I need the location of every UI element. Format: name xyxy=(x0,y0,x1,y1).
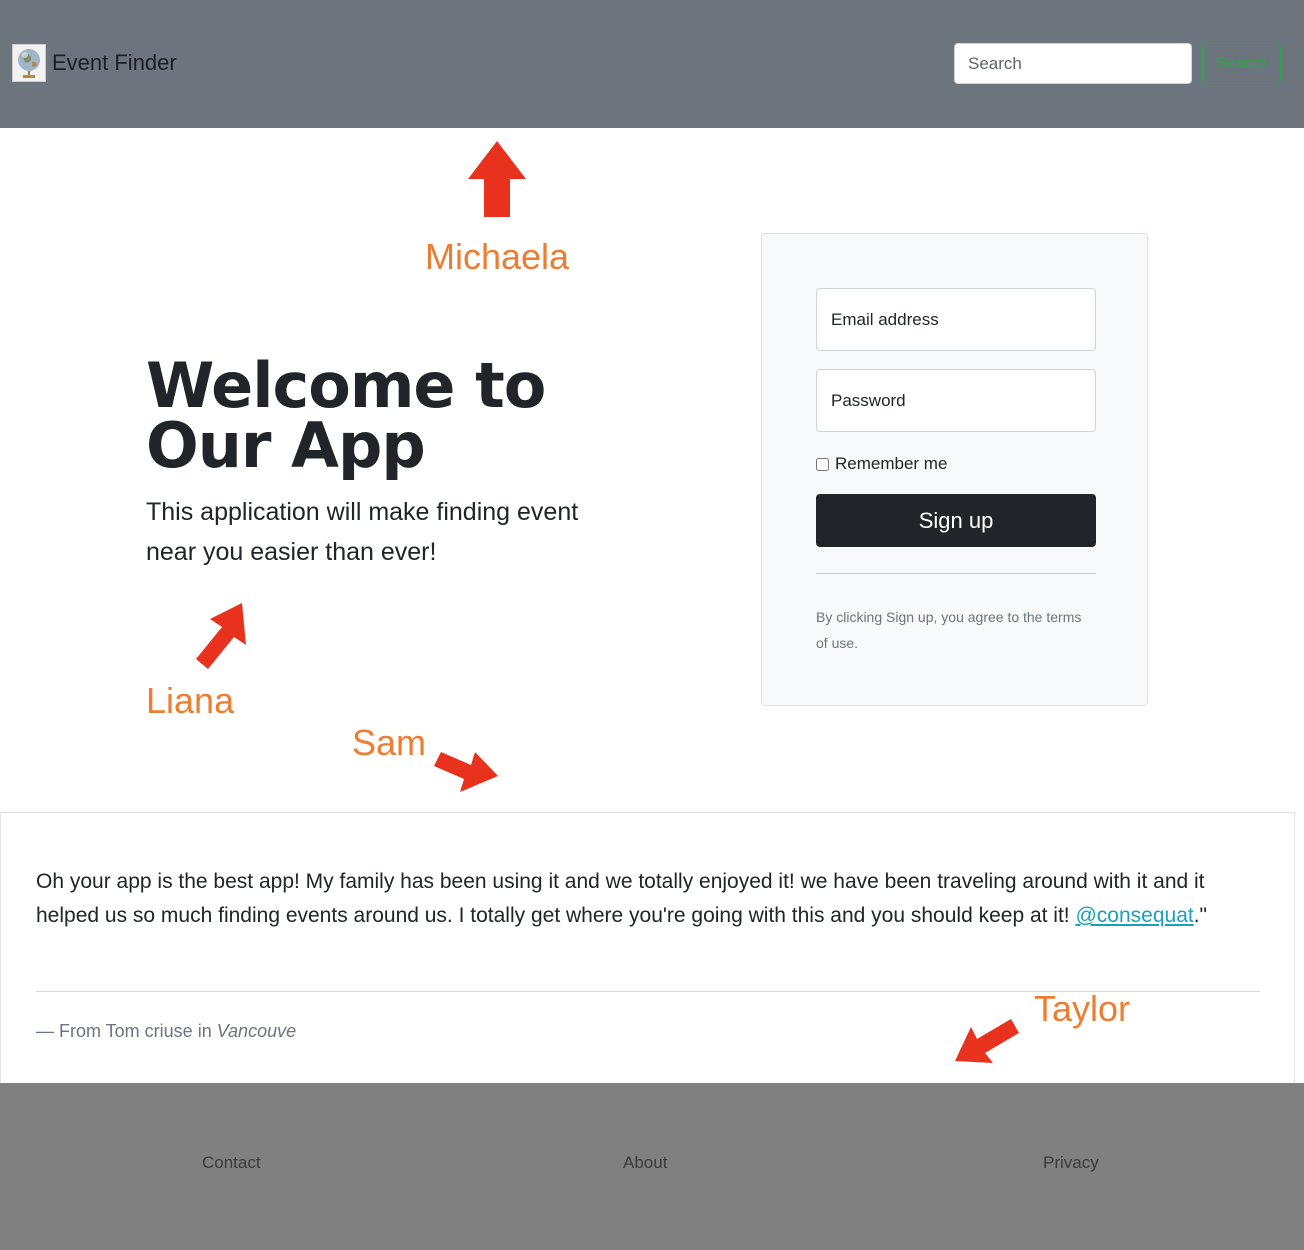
testimonial-author-text: — From Tom criuse in xyxy=(36,1021,217,1041)
email-field[interactable] xyxy=(816,288,1096,351)
brand-name: Event Finder xyxy=(52,50,177,75)
annotation-label-sam: Sam xyxy=(352,722,427,763)
remember-me-checkbox[interactable] xyxy=(816,457,829,471)
page-subtitle: This application will make finding event… xyxy=(146,498,579,566)
terms-text: By clicking Sign up, you agree to the te… xyxy=(816,609,1082,651)
footer-link-contact[interactable]: Contact xyxy=(202,1153,261,1173)
annotation-arrow-diagonal-icon xyxy=(196,603,246,669)
password-field[interactable] xyxy=(816,369,1096,432)
annotation-label-liana: Liana xyxy=(146,680,235,721)
testimonial-quote: Oh your app is the best app! My family h… xyxy=(36,865,1266,933)
remember-me[interactable]: Remember me xyxy=(816,454,947,474)
annotation-label-taylor: Taylor xyxy=(1034,988,1131,1029)
signup-card: Remember me Sign up By clicking Sign up,… xyxy=(761,233,1148,706)
brand-link[interactable]: Event Finder xyxy=(12,44,177,82)
navbar: Event Finder Search xyxy=(0,0,1304,128)
footer-link-about[interactable]: About xyxy=(623,1153,667,1173)
testimonial-location: Vancouve xyxy=(216,1021,297,1041)
search-input[interactable] xyxy=(954,43,1192,84)
sign-up-button[interactable]: Sign up xyxy=(816,494,1096,547)
annotation-label-michaela: Michaela xyxy=(425,236,570,277)
testimonial-author: — From Tom criuse in Vancouve xyxy=(36,1021,296,1042)
search-button[interactable]: Search xyxy=(1202,43,1281,84)
testimonial-card: Oh your app is the best app! My family h… xyxy=(0,812,1295,1084)
annotation-arrow-diagonal-icon xyxy=(434,752,498,792)
remember-me-label: Remember me xyxy=(835,454,948,473)
mention-link[interactable]: @consequat xyxy=(1075,904,1193,927)
annotation-arrow-up-icon xyxy=(468,141,526,217)
page-title: Welcome to Our App xyxy=(146,349,546,482)
footer: Contact About Privacy xyxy=(0,1083,1304,1250)
testimonial-text: Oh your app is the best app! My family h… xyxy=(36,870,1205,927)
footer-link-privacy[interactable]: Privacy xyxy=(1043,1153,1099,1173)
divider xyxy=(816,573,1096,574)
annotation-arrow-diagonal-icon xyxy=(955,1019,1019,1063)
testimonial-quote-end: ." xyxy=(1193,904,1208,927)
globe-icon xyxy=(12,44,46,82)
